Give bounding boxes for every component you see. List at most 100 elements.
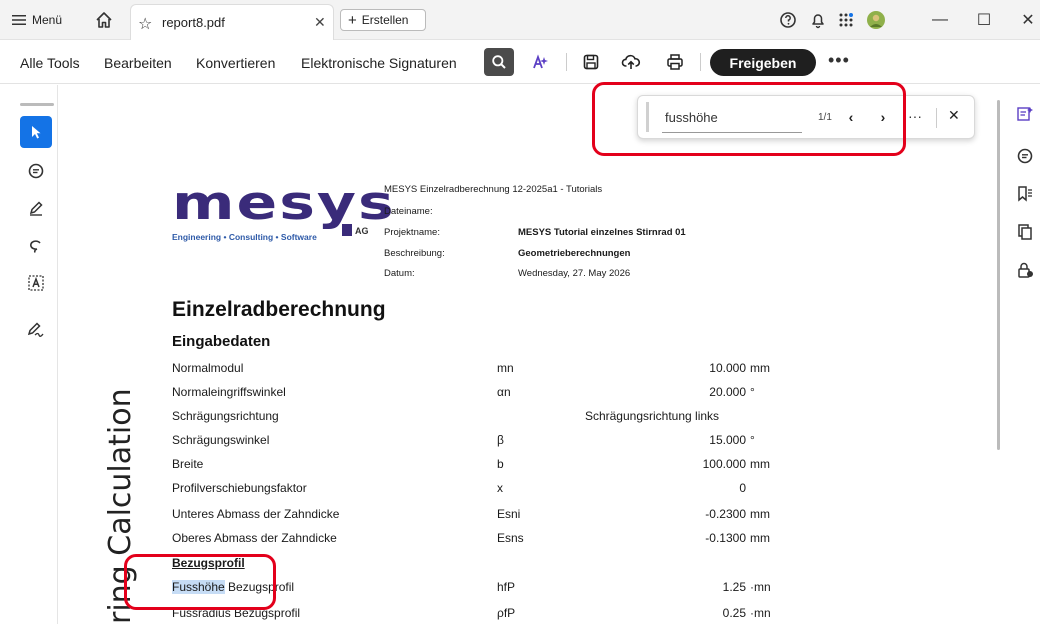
param-unit: ° — [750, 385, 755, 399]
hamburger-icon — [12, 15, 26, 25]
param-symbol: αn — [497, 385, 511, 399]
param-symbol: β — [497, 433, 504, 447]
find-result-count: 1/1 — [818, 112, 832, 123]
param-unit: mm — [750, 531, 770, 545]
menu-button[interactable]: Menü — [12, 11, 62, 29]
highlight-tool[interactable] — [20, 192, 52, 224]
logo-ag: AG — [355, 226, 369, 236]
param-value: 1.25 — [722, 580, 746, 594]
table-row: Oberes Abmass der Zahndicke Esns -0.1300… — [172, 531, 792, 553]
search-icon — [492, 55, 506, 69]
comment-icon[interactable] — [1014, 145, 1036, 167]
param-unit: mm — [750, 507, 770, 521]
edit-link[interactable]: Bearbeiten — [104, 55, 172, 71]
section-heading: Eingabedaten — [172, 333, 271, 350]
toolbar-divider — [700, 53, 701, 71]
chevron-right-icon[interactable]: › — [874, 108, 892, 126]
share-button[interactable]: Freigeben — [710, 49, 816, 76]
signature-pen-icon — [27, 322, 44, 337]
protect-icon[interactable] — [1014, 259, 1036, 281]
param-name: Profilverschiebungsfaktor — [172, 481, 307, 495]
tab-report[interactable]: ☆ report8.pdf ✕ — [130, 4, 334, 40]
avatar[interactable] — [866, 10, 886, 30]
lasso-icon — [29, 240, 41, 253]
find-bar: 1/1 ‹ › ··· ✕ — [637, 95, 975, 139]
report-header: MESYS Einzelradberechnung 12-2025a1 - Tu… — [384, 184, 603, 195]
text-select-tool[interactable] — [20, 267, 52, 299]
search-highlight: Fusshöhe — [172, 580, 225, 594]
home-icon[interactable] — [94, 10, 114, 30]
page-title: Einzelradberechnung — [172, 298, 386, 321]
star-icon[interactable]: ☆ — [138, 14, 152, 34]
meta-value: Wednesday, 27. May 2026 — [518, 268, 631, 279]
plus-icon: + — [348, 11, 357, 29]
meta-value: MESYS Tutorial einzelnes Stirnrad 01 — [518, 227, 686, 238]
search-button[interactable] — [484, 48, 514, 76]
save-icon[interactable] — [580, 51, 602, 73]
left-tool-rail — [0, 85, 58, 624]
bell-icon[interactable] — [808, 10, 828, 30]
param-unit: ·mn — [750, 606, 771, 620]
right-rail — [1008, 85, 1040, 624]
maximize-button[interactable]: ☐ — [972, 8, 996, 32]
vertical-page-label: ring Calculation — [103, 388, 138, 624]
select-tool[interactable] — [20, 116, 52, 148]
find-more-button[interactable]: ··· — [908, 108, 922, 124]
more-options-button[interactable]: ••• — [828, 50, 850, 71]
logo-mark — [342, 224, 352, 236]
comment-icon — [28, 163, 44, 179]
param-value: 10.000 — [709, 361, 746, 375]
param-value: 20.000 — [709, 385, 746, 399]
close-icon[interactable]: ✕ — [314, 14, 326, 31]
find-divider — [936, 108, 937, 128]
find-input[interactable] — [646, 102, 806, 132]
table-row: Normaleingriffswinkel αn 20.000 ° — [172, 385, 792, 407]
param-name: Breite — [172, 457, 204, 471]
menu-label: Menü — [32, 13, 63, 27]
param-symbol: x — [497, 481, 503, 495]
close-icon[interactable]: ✕ — [948, 107, 960, 124]
meta-label: Beschreibung: — [384, 248, 445, 259]
chevron-left-icon[interactable]: ‹ — [842, 108, 860, 126]
param-value: -0.2300 — [705, 507, 746, 521]
convert-link[interactable]: Konvertieren — [196, 55, 275, 71]
logo-tagline: Engineering • Consulting • Software — [172, 232, 317, 242]
param-name-rest: Bezugsprofil — [224, 580, 295, 594]
comment-tool[interactable] — [20, 155, 52, 187]
table-row: Unteres Abmass der Zahndicke Esni -0.230… — [172, 507, 792, 529]
upload-cloud-icon[interactable] — [620, 51, 642, 73]
scrollbar[interactable] — [997, 100, 1000, 450]
pen-icon — [29, 201, 43, 216]
param-name: Normaleingriffswinkel — [172, 385, 286, 399]
close-window-button[interactable]: ✕ — [1016, 8, 1040, 32]
rail-handle[interactable] — [20, 103, 54, 106]
title-bar: Menü ☆ report8.pdf ✕ + Erstellen — ☐ ✕ — [0, 0, 1040, 40]
param-name: Fussradius Bezugsprofil — [172, 606, 301, 620]
company-logo: mesys — [172, 176, 396, 231]
param-name: Unteres Abmass der Zahndicke — [172, 507, 340, 521]
all-tools-link[interactable]: Alle Tools — [20, 55, 80, 71]
table-row: Breite b 100.000 mm — [172, 457, 792, 479]
ai-summary-icon[interactable] — [1014, 103, 1036, 125]
pages-icon[interactable] — [1014, 221, 1036, 243]
param-value: 0 — [739, 481, 746, 495]
param-unit: ° — [750, 433, 755, 447]
minimize-button[interactable]: — — [928, 8, 952, 32]
e-sign-link[interactable]: Elektronische Signaturen — [301, 55, 457, 71]
subsection-title: Bezugsprofil — [172, 556, 245, 570]
ai-assistant-icon[interactable] — [530, 51, 552, 73]
param-value: -0.1300 — [705, 531, 746, 545]
bookmark-icon[interactable] — [1014, 183, 1036, 205]
toolbar-divider — [566, 53, 567, 71]
subsection-heading: Bezugsprofil — [172, 556, 792, 578]
draw-tool[interactable] — [20, 230, 52, 262]
meta-value: Geometrieberechnungen — [518, 248, 631, 259]
create-button[interactable]: + Erstellen — [340, 9, 426, 31]
print-icon[interactable] — [664, 51, 686, 73]
create-label: Erstellen — [361, 13, 409, 27]
apps-icon[interactable] — [836, 10, 856, 30]
text-box-icon — [28, 275, 44, 291]
help-icon[interactable] — [778, 10, 798, 30]
sign-tool[interactable] — [20, 313, 52, 345]
param-value: Schrägungsrichtung links — [584, 409, 720, 423]
